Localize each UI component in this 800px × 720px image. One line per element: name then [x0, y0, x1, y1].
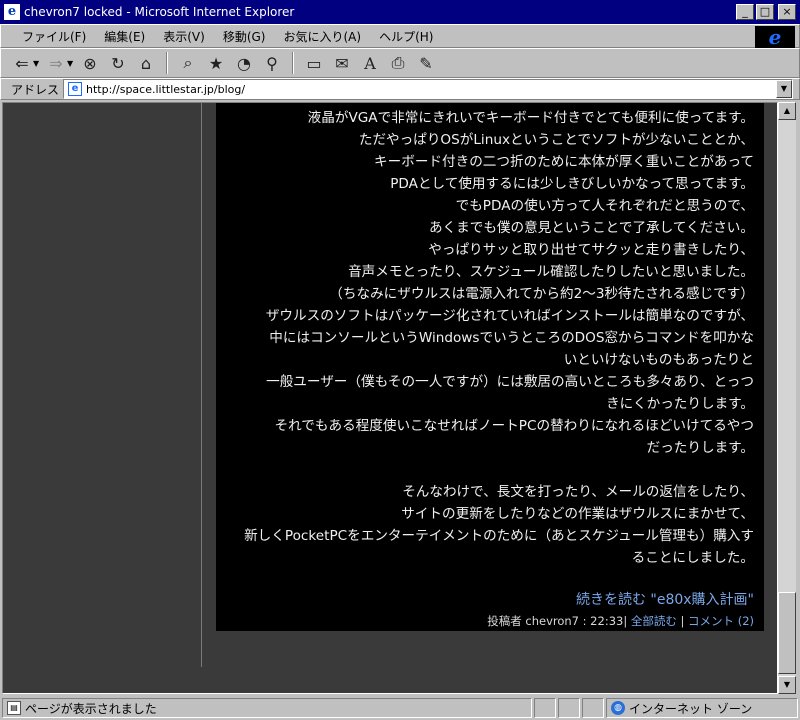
address-bar: アドレス e http://space.littlestar.jp/blog/ … — [0, 78, 800, 100]
page-viewport[interactable]: 液晶がVGAで非常にきれいでキーボード付きでとても便利に使ってます。 ただやっぱ… — [2, 102, 778, 694]
meta-separator: | — [680, 614, 685, 628]
post-line: ただやっぱりOSがLinuxということでソフトが少ないこととか、 — [358, 132, 754, 148]
post-line: それでもある程度使いこなせればノートPCの替わりになれるほどいけてるやつ — [274, 418, 754, 434]
minimize-button[interactable]: _ — [736, 4, 754, 20]
page-done-icon: ▤ — [7, 701, 21, 715]
page-icon: e — [68, 82, 83, 96]
status-message-panel: ▤ ページが表示されました — [2, 698, 532, 718]
window-controls: _ □ × — [736, 4, 796, 20]
menu-go[interactable]: 移動(G) — [214, 28, 275, 45]
post-line: いといけないものもあったりと — [563, 352, 754, 368]
menu-view[interactable]: 表示(V) — [154, 28, 214, 45]
post-line: でもPDAの使い方って人それぞれだと思うので、 — [455, 198, 754, 214]
security-zone-panel[interactable]: ◍ インターネット ゾーン — [606, 698, 798, 718]
blog-post: 液晶がVGAで非常にきれいでキーボード付きでとても便利に使ってます。 ただやっぱ… — [216, 103, 764, 631]
favorites-icon[interactable]: ★ — [203, 51, 229, 75]
scroll-up-button[interactable]: ▲ — [778, 102, 796, 120]
internet-zone-icon: ◍ — [611, 701, 625, 715]
post-line: PDAとして使用するには少しきびしいかなって思ってます。 — [390, 176, 754, 192]
post-line: ることにしました。 — [631, 550, 754, 566]
post-line: 一般ユーザー（僕もその一人ですが）には敷居の高いところも多々あり、とっつ — [266, 374, 754, 390]
address-label: アドレス — [11, 82, 60, 97]
title-bar[interactable]: e chevron7 locked - Microsoft Internet E… — [0, 0, 800, 24]
home-icon[interactable]: ⌂ — [133, 51, 159, 75]
history-icon[interactable]: ◔ — [231, 51, 257, 75]
read-more-link[interactable]: 続きを読む "e80x購入計画" — [576, 589, 754, 609]
post-line: きにくかったりします。 — [606, 396, 754, 412]
vertical-scrollbar[interactable]: ▲ ▼ — [778, 102, 796, 694]
back-icon[interactable]: ⇐ — [9, 51, 35, 75]
status-bar: ▤ ページが表示されました ◍ インターネット ゾーン — [0, 696, 800, 720]
toolbar-separator — [292, 52, 294, 74]
standard-toolbar: ⇐ ▼ ⇒ ▼ ⊗ ↻ ⌂ ⌕ ★ ◔ ⚲ ▭ ✉ A ⎙ ✎ — [0, 48, 800, 78]
menu-bar: ファイル(F) 編集(E) 表示(V) 移動(G) お気に入り(A) ヘルプ(H… — [0, 24, 800, 49]
window-title: chevron7 locked - Microsoft Internet Exp… — [24, 5, 295, 19]
post-line: キーボード付きの二つ折のために本体が厚く重いことがあって — [374, 154, 754, 170]
status-panel-empty — [558, 698, 580, 718]
permalink-link[interactable]: 全部読む — [631, 614, 677, 628]
security-zone-label: インターネット ゾーン — [629, 701, 753, 716]
menu-edit[interactable]: 編集(E) — [95, 28, 154, 45]
back-dropdown-icon[interactable]: ▼ — [33, 59, 41, 68]
menu-help[interactable]: ヘルプ(H) — [370, 28, 442, 45]
address-url[interactable]: http://space.littlestar.jp/blog/ — [86, 83, 245, 96]
stop-icon[interactable]: ⊗ — [77, 51, 103, 75]
scroll-thumb[interactable] — [778, 592, 796, 674]
refresh-icon[interactable]: ↻ — [105, 51, 131, 75]
post-line: 音声メモとったり、スケジュール確認したりしたいと思いました。 — [348, 264, 754, 280]
mail-icon[interactable]: ✉ — [329, 51, 355, 75]
post-line: サイトの更新をしたりなどの作業はザウルスにまかせて、 — [401, 506, 754, 522]
post-line: 新しくPocketPCをエンターテイメントのために（あとスケジュール管理も）購入… — [244, 528, 754, 544]
post-author-time: 投稿者 chevron7 : 22:33| — [487, 614, 628, 628]
ie-icon: e — [4, 4, 20, 20]
post-line: 液晶がVGAで非常にきれいでキーボード付きでとても便利に使ってます。 — [307, 110, 754, 126]
forward-icon[interactable]: ⇒ — [43, 51, 69, 75]
close-button[interactable]: × — [778, 4, 796, 20]
status-panel-empty — [582, 698, 604, 718]
post-line: 中にはコンソールというWindowsでいうところのDOS窓からコマンドを叩かな — [269, 330, 754, 346]
search-icon[interactable]: ⌕ — [175, 51, 201, 75]
ie-throbber-icon: e — [755, 25, 795, 49]
status-message: ページが表示されました — [25, 701, 157, 716]
forward-dropdown-icon[interactable]: ▼ — [67, 59, 75, 68]
edit-icon[interactable]: ✎ — [413, 51, 439, 75]
menu-favorites[interactable]: お気に入り(A) — [274, 28, 370, 45]
maximize-button[interactable]: □ — [756, 4, 774, 20]
address-input[interactable]: e http://space.littlestar.jp/blog/ ▼ — [63, 79, 793, 99]
post-body: 液晶がVGAで非常にきれいでキーボード付きでとても便利に使ってます。 ただやっぱ… — [226, 107, 754, 569]
print-icon[interactable]: ⎙ — [385, 51, 411, 75]
status-panel-empty — [534, 698, 556, 718]
scroll-down-button[interactable]: ▼ — [778, 676, 796, 694]
post-line: やっぱりサッと取り出せてサクッと走り書きしたり、 — [428, 242, 754, 258]
post-paragraph-gap — [226, 459, 754, 481]
post-line: だったりします。 — [646, 440, 754, 456]
post-line: そんなわけで、長文を打ったり、メールの返信をしたり、 — [402, 484, 754, 500]
post-meta: 投稿者 chevron7 : 22:33| 全部読む | コメント (2) — [487, 613, 754, 629]
sidebar-divider — [201, 103, 202, 667]
fullscreen-icon[interactable]: ▭ — [301, 51, 327, 75]
toolbar-separator — [166, 52, 168, 74]
post-line: ザウルスのソフトはパッケージ化されていればインストールは簡単なのですが、 — [265, 308, 754, 324]
comments-link[interactable]: コメント (2) — [688, 614, 754, 628]
address-dropdown-icon[interactable]: ▼ — [776, 80, 792, 98]
post-line: あくまでも僕の意見ということで了承してください。 — [428, 220, 754, 236]
font-icon[interactable]: A — [357, 51, 383, 75]
post-line: （ちなみにザウルスは電源入れてから約2～3秒待たされる感じです） — [329, 286, 754, 302]
menu-file[interactable]: ファイル(F) — [13, 28, 95, 45]
channels-icon[interactable]: ⚲ — [259, 51, 285, 75]
